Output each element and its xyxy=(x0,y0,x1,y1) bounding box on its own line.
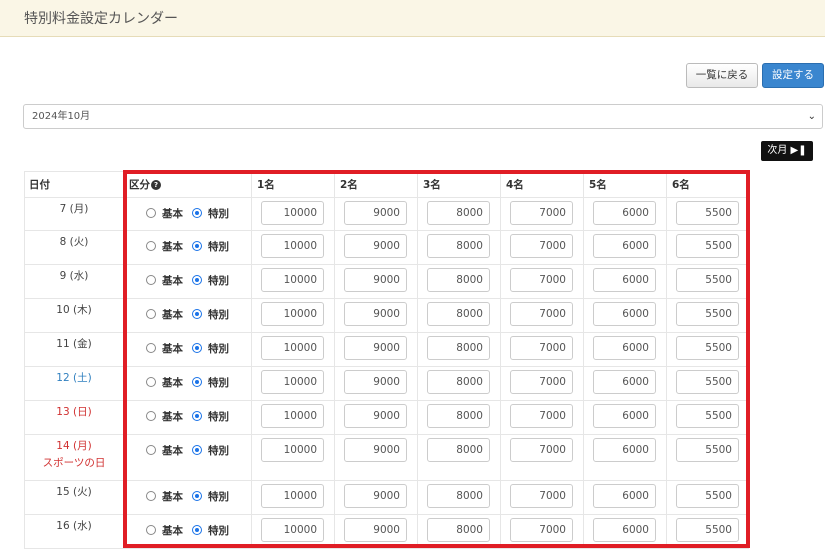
date-cell: 13 (日) xyxy=(24,405,124,419)
date-label: 9 (水) xyxy=(59,270,89,282)
date-label: 14 (月) xyxy=(56,440,92,452)
date-cell: 15 (火) xyxy=(24,485,124,499)
date-cell: 8 (火) xyxy=(24,235,124,249)
date-cell: 10 (木) xyxy=(24,303,124,317)
date-cell: 12 (土) xyxy=(24,371,124,385)
holiday-label: スポーツの日 xyxy=(42,457,106,469)
date-label: 8 (火) xyxy=(59,236,89,248)
save-settings-button[interactable]: 設定する xyxy=(762,63,824,88)
date-label: 13 (日) xyxy=(56,406,92,418)
col-header-date: 日付 xyxy=(29,179,50,191)
date-cell: 9 (水) xyxy=(24,269,124,283)
date-label: 15 (火) xyxy=(56,486,92,498)
next-month-button[interactable]: 次月 ▶❚ xyxy=(761,141,813,161)
date-label: 10 (木) xyxy=(56,304,92,316)
date-cell: 11 (金) xyxy=(24,337,124,351)
skip-next-icon: ▶❚ xyxy=(790,145,807,156)
date-cell: 14 (月) スポーツの日 xyxy=(24,439,124,470)
date-label: 16 (水) xyxy=(56,520,92,532)
highlight-frame xyxy=(123,170,750,548)
date-label: 11 (金) xyxy=(56,338,92,350)
date-label: 12 (土) xyxy=(56,372,92,384)
chevron-down-icon: ⌄ xyxy=(807,111,816,122)
month-select-value: 2024年10月 xyxy=(32,111,91,122)
date-label: 7 (月) xyxy=(59,203,89,215)
date-cell: 16 (水) xyxy=(24,519,124,533)
month-select[interactable]: 2024年10月 ⌄ xyxy=(23,104,823,129)
table-grid-line xyxy=(24,548,749,549)
date-cell: 7 (月) xyxy=(24,202,124,216)
back-to-list-button[interactable]: 一覧に戻る xyxy=(686,63,758,88)
page-header: 特別料金設定カレンダー xyxy=(0,0,825,37)
page-title: 特別料金設定カレンダー xyxy=(24,11,178,27)
next-month-label: 次月 xyxy=(767,145,788,156)
